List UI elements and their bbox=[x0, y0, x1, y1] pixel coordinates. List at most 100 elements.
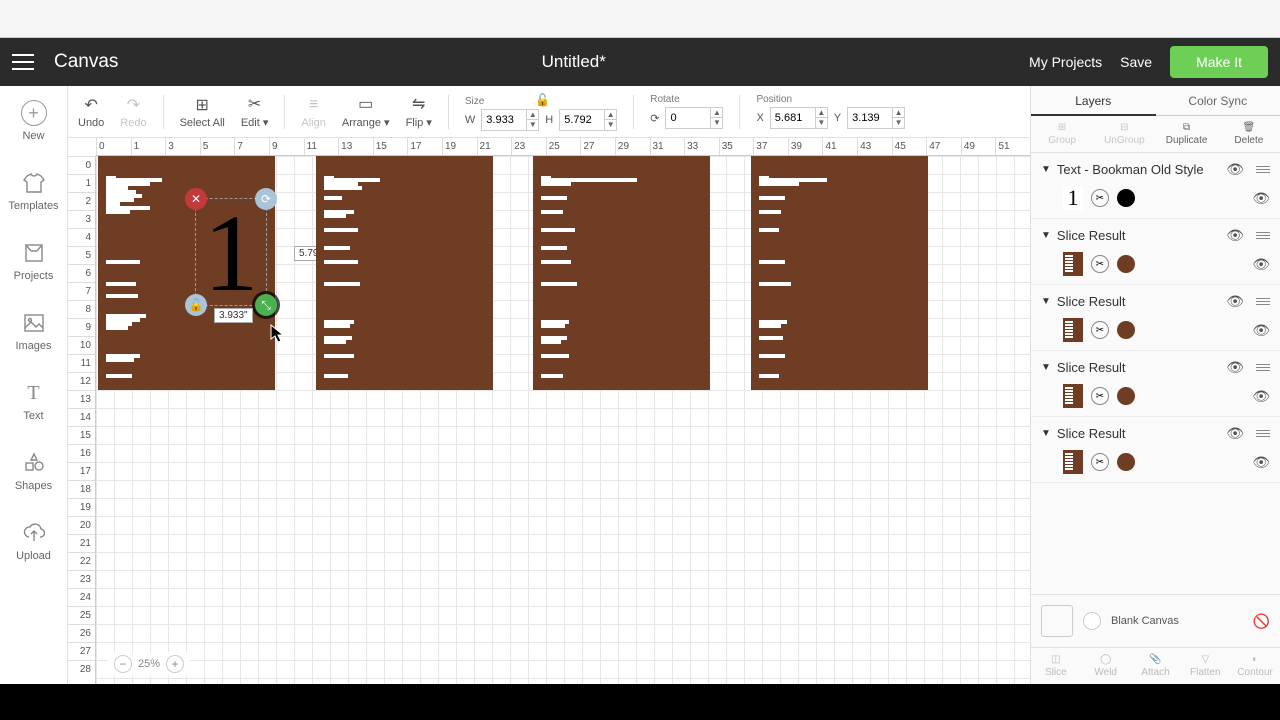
drag-icon[interactable] bbox=[1256, 364, 1270, 371]
disclosure-icon[interactable]: ▼ bbox=[1041, 230, 1051, 241]
drag-icon[interactable] bbox=[1256, 166, 1270, 173]
color-swatch[interactable] bbox=[1117, 321, 1135, 339]
edit-button[interactable]: ✂Edit ▾ bbox=[241, 94, 269, 129]
eye-icon[interactable]: 👁 bbox=[1252, 322, 1270, 339]
layer-group[interactable]: ▼Text - Bookman Old Style👁 1✂👁 bbox=[1031, 153, 1280, 219]
width-input[interactable] bbox=[481, 109, 527, 131]
y-input[interactable] bbox=[847, 107, 893, 129]
align-button[interactable]: ≡Align bbox=[301, 95, 325, 129]
layer-group[interactable]: ▼Slice Result👁 ✂👁 bbox=[1031, 351, 1280, 417]
upload-button[interactable]: Upload bbox=[0, 506, 67, 576]
text-object[interactable]: 1 bbox=[196, 199, 266, 307]
disclosure-icon[interactable]: ▼ bbox=[1041, 428, 1051, 439]
blank-thumb bbox=[1041, 605, 1073, 637]
slice-button[interactable]: ◫Slice bbox=[1031, 648, 1081, 684]
slice-object-4[interactable] bbox=[751, 156, 928, 390]
canvas[interactable]: 0135791113151719212325272931333537394143… bbox=[68, 138, 1030, 684]
visibility-off-icon[interactable]: 🚫 bbox=[1253, 613, 1270, 630]
rotate-spinner[interactable]: ▲▼ bbox=[711, 107, 723, 129]
slice-icon: ◫ bbox=[1051, 654, 1060, 665]
redo-button[interactable]: ↷Redo bbox=[120, 95, 146, 129]
undo-icon: ↶ bbox=[81, 95, 101, 115]
y-spinner[interactable]: ▲▼ bbox=[893, 107, 905, 129]
image-icon bbox=[21, 310, 47, 336]
layer-group[interactable]: ▼Slice Result👁 ✂👁 bbox=[1031, 285, 1280, 351]
weld-button[interactable]: ◯Weld bbox=[1081, 648, 1131, 684]
x-spinner[interactable]: ▲▼ bbox=[816, 107, 828, 129]
contour-button[interactable]: ◐Contour bbox=[1230, 648, 1280, 684]
delete-button[interactable]: 🗑Delete bbox=[1218, 116, 1280, 152]
menu-icon[interactable] bbox=[12, 54, 34, 70]
eye-icon[interactable]: 👁 bbox=[1252, 388, 1270, 405]
drag-icon[interactable] bbox=[1256, 298, 1270, 305]
eye-icon[interactable]: 👁 bbox=[1226, 161, 1244, 178]
height-input[interactable] bbox=[559, 109, 605, 131]
undo-button[interactable]: ↶Undo bbox=[78, 95, 104, 129]
scale-handle[interactable]: ⤡ bbox=[255, 294, 277, 316]
flatten-button[interactable]: ▽Flatten bbox=[1180, 648, 1230, 684]
blank-canvas-row[interactable]: Blank Canvas 🚫 bbox=[1031, 594, 1280, 647]
eye-icon[interactable]: 👁 bbox=[1226, 227, 1244, 244]
height-spinner[interactable]: ▲▼ bbox=[605, 109, 617, 131]
scissors-icon: ✂ bbox=[1091, 189, 1109, 207]
layer-group[interactable]: ▼Slice Result👁 ✂👁 bbox=[1031, 417, 1280, 483]
selection-box[interactable]: 1 ✕ ⟳ 🔓 ⤡ 3.933" bbox=[195, 198, 267, 306]
flip-button[interactable]: ⇋Flip ▾ bbox=[406, 94, 432, 129]
disclosure-icon[interactable]: ▼ bbox=[1041, 164, 1051, 175]
templates-button[interactable]: Templates bbox=[0, 156, 67, 226]
drag-icon[interactable] bbox=[1256, 232, 1270, 239]
canvas-grid[interactable]: 1 ✕ ⟳ 🔓 ⤡ 3.933" 5.792" bbox=[96, 156, 1030, 684]
color-swatch[interactable] bbox=[1117, 255, 1135, 273]
select-all-button[interactable]: ⊞Select All bbox=[180, 95, 225, 129]
text-icon: T bbox=[21, 380, 47, 406]
disclosure-icon[interactable]: ▼ bbox=[1041, 296, 1051, 307]
rotate-handle[interactable]: ⟳ bbox=[255, 188, 277, 210]
ungroup-button[interactable]: ⊟UnGroup bbox=[1093, 116, 1155, 152]
rotate-group: Rotate ⟳ ▲▼ bbox=[650, 94, 723, 129]
layer-group[interactable]: ▼Slice Result👁 ✂👁 bbox=[1031, 219, 1280, 285]
color-swatch[interactable] bbox=[1117, 189, 1135, 207]
tab-colorsync[interactable]: Color Sync bbox=[1156, 86, 1280, 116]
slice-object-3[interactable] bbox=[533, 156, 710, 390]
width-spinner[interactable]: ▲▼ bbox=[527, 109, 539, 131]
zoom-in-button[interactable]: + bbox=[166, 655, 184, 673]
edit-icon: ✂ bbox=[245, 94, 265, 114]
trash-icon: 🗑 bbox=[1243, 122, 1256, 133]
drag-icon[interactable] bbox=[1256, 430, 1270, 437]
make-it-button[interactable]: Make It bbox=[1170, 46, 1268, 78]
rotate-input[interactable] bbox=[665, 107, 711, 129]
slice-object-2[interactable] bbox=[316, 156, 493, 390]
duplicate-button[interactable]: ⧉Duplicate bbox=[1156, 116, 1218, 152]
tab-layers[interactable]: Layers bbox=[1031, 86, 1156, 116]
select-all-icon: ⊞ bbox=[192, 95, 212, 115]
eye-icon[interactable]: 👁 bbox=[1226, 359, 1244, 376]
x-input[interactable] bbox=[770, 107, 816, 129]
eye-icon[interactable]: 👁 bbox=[1226, 293, 1244, 310]
zoom-out-button[interactable]: − bbox=[114, 655, 132, 673]
browser-chrome bbox=[0, 0, 1280, 38]
color-swatch[interactable] bbox=[1117, 453, 1135, 471]
slice-object-1[interactable]: 1 ✕ ⟳ 🔓 ⤡ 3.933" bbox=[98, 156, 275, 390]
my-projects-link[interactable]: My Projects bbox=[1029, 54, 1102, 70]
arrange-button[interactable]: ▭Arrange ▾ bbox=[342, 94, 390, 129]
eye-icon[interactable]: 👁 bbox=[1252, 454, 1270, 471]
images-button[interactable]: Images bbox=[0, 296, 67, 366]
white-swatch bbox=[1083, 612, 1101, 630]
eye-icon[interactable]: 👁 bbox=[1226, 425, 1244, 442]
text-button[interactable]: TText bbox=[0, 366, 67, 436]
eye-icon[interactable]: 👁 bbox=[1252, 256, 1270, 273]
disclosure-icon[interactable]: ▼ bbox=[1041, 362, 1051, 373]
delete-handle[interactable]: ✕ bbox=[185, 188, 207, 210]
attach-button[interactable]: 📎Attach bbox=[1131, 648, 1181, 684]
eye-icon[interactable]: 👁 bbox=[1252, 190, 1270, 207]
new-button[interactable]: +New bbox=[0, 86, 67, 156]
scissors-icon: ✂ bbox=[1091, 321, 1109, 339]
group-button[interactable]: ⊞Group bbox=[1031, 116, 1093, 152]
group-icon: ⊞ bbox=[1058, 122, 1066, 133]
color-swatch[interactable] bbox=[1117, 387, 1135, 405]
lock-handle[interactable]: 🔓 bbox=[185, 294, 207, 316]
projects-button[interactable]: Projects bbox=[0, 226, 67, 296]
save-link[interactable]: Save bbox=[1120, 54, 1152, 70]
lock-icon[interactable]: 🔓 bbox=[535, 93, 550, 107]
shapes-button[interactable]: Shapes bbox=[0, 436, 67, 506]
